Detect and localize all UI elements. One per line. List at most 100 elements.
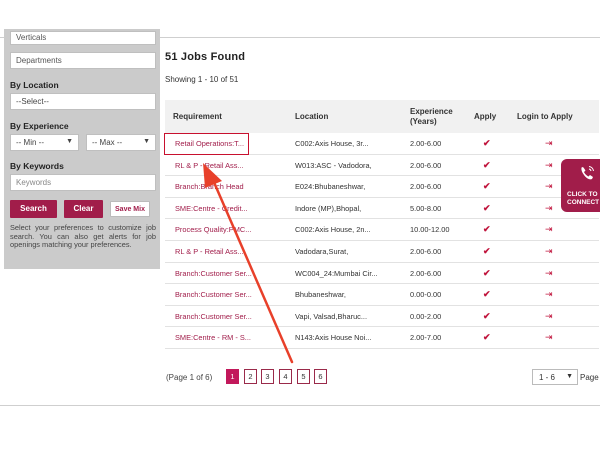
location-cell: Vadodara,Surat, bbox=[295, 246, 349, 256]
table-row: SME:Centre - Credit... Indore (MP),Bhopal… bbox=[165, 198, 599, 220]
experience-cell: 0.00-0.00 bbox=[410, 290, 442, 300]
experience-cell: 2.00-6.00 bbox=[410, 268, 442, 278]
requirement-link[interactable]: Branch:Customer Ser... bbox=[175, 306, 287, 327]
connect-line-1: CLICK TO bbox=[567, 191, 598, 198]
login-apply-icon[interactable]: ⇥ bbox=[545, 219, 557, 240]
apply-check-icon[interactable]: ✔ bbox=[483, 155, 495, 176]
table-row: Branch:Customer Ser... Vapi, Valsad,Bharu… bbox=[165, 306, 599, 328]
table-row: SME:Centre - RM - S... N143:Axis House No… bbox=[165, 327, 599, 349]
requirement-link[interactable]: Branch:Customer Ser... bbox=[175, 284, 287, 305]
experience-cell: 2.00-6.00 bbox=[410, 160, 442, 170]
login-apply-icon[interactable]: ⇥ bbox=[545, 133, 557, 154]
requirement-link[interactable]: SME:Centre - RM - S... bbox=[175, 327, 287, 348]
page-range-select[interactable]: 1 - 6 ▼ bbox=[532, 369, 578, 385]
by-location-label: By Location bbox=[10, 80, 59, 90]
login-apply-icon[interactable]: ⇥ bbox=[545, 155, 557, 176]
table-header: Requirement Location Experience (Years) … bbox=[165, 100, 599, 133]
apply-check-icon[interactable]: ✔ bbox=[483, 284, 495, 305]
location-cell: Bhubaneshwar, bbox=[295, 290, 346, 300]
login-apply-icon[interactable]: ⇥ bbox=[545, 198, 557, 219]
table-row: Branch:Customer Ser... WC004_24:Mumbai Ci… bbox=[165, 263, 599, 285]
save-mix-button[interactable]: Save Mix bbox=[110, 201, 150, 217]
location-cell: N143:Axis House Noi... bbox=[295, 333, 372, 343]
col-location: Location bbox=[295, 112, 329, 121]
highlight-box bbox=[164, 133, 249, 155]
experience-cell: 2.00-6.00 bbox=[410, 182, 442, 192]
login-apply-icon[interactable]: ⇥ bbox=[545, 284, 557, 305]
table-row: RL & P - Retail Ass... Vadodara,Surat, 2.0… bbox=[165, 241, 599, 263]
click-to-connect-button[interactable]: CLICK TO CONNECT bbox=[561, 159, 600, 212]
min-select-value: -- Min -- bbox=[16, 138, 44, 147]
col-requirement: Requirement bbox=[173, 112, 222, 121]
jobs-found-heading: 51 Jobs Found bbox=[165, 51, 246, 63]
requirement-link[interactable]: SME:Centre - Credit... bbox=[175, 198, 287, 219]
max-select-value: -- Max -- bbox=[92, 138, 123, 147]
page-5-button[interactable]: 5 bbox=[297, 369, 310, 384]
page-3-button[interactable]: 3 bbox=[261, 369, 274, 384]
experience-cell: 10.00-12.00 bbox=[410, 225, 450, 235]
apply-check-icon[interactable]: ✔ bbox=[483, 327, 495, 348]
apply-check-icon[interactable]: ✔ bbox=[483, 133, 495, 154]
experience-cell: 2.00-7.00 bbox=[410, 333, 442, 343]
location-cell: W013:ASC - Vadodora, bbox=[295, 160, 372, 170]
max-experience-select[interactable]: -- Max -- ▼ bbox=[86, 134, 156, 151]
table-row: Branch:Branch Head E024:Bhubaneshwar, 2.00… bbox=[165, 176, 599, 198]
page-range-value: 1 - 6 bbox=[539, 373, 556, 382]
experience-cell: 0.00-2.00 bbox=[410, 311, 442, 321]
connect-line-2: CONNECT bbox=[567, 199, 600, 206]
login-apply-icon[interactable]: ⇥ bbox=[545, 327, 557, 348]
departments-field[interactable]: Departments bbox=[10, 52, 156, 69]
location-select-value: --Select-- bbox=[16, 97, 49, 106]
location-cell: WC004_24:Mumbai Cir... bbox=[295, 268, 378, 278]
requirement-link[interactable]: Process Quality:PMC... bbox=[175, 219, 287, 240]
showing-count: Showing 1 - 10 of 51 bbox=[165, 75, 239, 84]
min-experience-select[interactable]: -- Min -- ▼ bbox=[10, 134, 79, 151]
phone-icon bbox=[581, 166, 594, 180]
page-4-button[interactable]: 4 bbox=[279, 369, 292, 384]
chevron-down-icon: ▼ bbox=[566, 373, 573, 380]
table-row: RL & P - Retail Ass... W013:ASC - Vadodor… bbox=[165, 155, 599, 177]
experience-cell: 2.00-6.00 bbox=[410, 246, 442, 256]
search-button[interactable]: Search bbox=[10, 200, 57, 218]
requirement-link[interactable]: Branch:Customer Ser... bbox=[175, 263, 287, 284]
requirement-link[interactable]: RL & P - Retail Ass... bbox=[175, 155, 287, 176]
requirement-link[interactable]: Branch:Branch Head bbox=[175, 176, 287, 197]
login-apply-icon[interactable]: ⇥ bbox=[545, 306, 557, 327]
apply-check-icon[interactable]: ✔ bbox=[483, 219, 495, 240]
page-1-button[interactable]: 1 bbox=[226, 369, 239, 384]
location-cell: C002:Axis House, 2n... bbox=[295, 225, 371, 235]
table-row: Process Quality:PMC... C002:Axis House, 2… bbox=[165, 219, 599, 241]
experience-cell: 5.00-8.00 bbox=[410, 203, 442, 213]
apply-check-icon[interactable]: ✔ bbox=[483, 176, 495, 197]
login-apply-icon[interactable]: ⇥ bbox=[545, 241, 557, 262]
table-body: Retail Operations:T... C002:Axis House, 3… bbox=[165, 133, 599, 349]
page-2-button[interactable]: 2 bbox=[244, 369, 257, 384]
col-apply: Apply bbox=[474, 112, 497, 121]
apply-check-icon[interactable]: ✔ bbox=[483, 306, 495, 327]
filter-sidebar: Verticals Departments By Location --Sele… bbox=[4, 29, 160, 269]
keywords-input[interactable]: Keywords bbox=[10, 174, 156, 191]
location-cell: Vapi, Valsad,Bharuc... bbox=[295, 311, 368, 321]
by-keywords-label: By Keywords bbox=[10, 161, 64, 171]
login-apply-icon[interactable]: ⇥ bbox=[545, 176, 557, 197]
login-apply-icon[interactable]: ⇥ bbox=[545, 263, 557, 284]
requirement-link[interactable]: RL & P - Retail Ass... bbox=[175, 241, 287, 262]
experience-cell: 2.00-6.00 bbox=[410, 139, 442, 148]
apply-check-icon[interactable]: ✔ bbox=[483, 263, 495, 284]
chevron-down-icon: ▼ bbox=[66, 138, 73, 145]
location-cell: E024:Bhubaneshwar, bbox=[295, 182, 366, 192]
verticals-field[interactable]: Verticals bbox=[10, 31, 156, 45]
apply-check-icon[interactable]: ✔ bbox=[483, 198, 495, 219]
page-info: (Page 1 of 6) bbox=[166, 373, 213, 382]
page-label: Page bbox=[580, 373, 599, 382]
clear-button[interactable]: Clear bbox=[64, 200, 103, 218]
preferences-note: Select your preferences to customize job… bbox=[10, 223, 156, 250]
apply-check-icon[interactable]: ✔ bbox=[483, 241, 495, 262]
bottom-divider bbox=[0, 405, 600, 406]
chevron-down-icon: ▼ bbox=[143, 138, 150, 145]
page-6-button[interactable]: 6 bbox=[314, 369, 327, 384]
table-row: Branch:Customer Ser... Bhubaneshwar, 0.00-… bbox=[165, 284, 599, 306]
col-login-apply: Login to Apply bbox=[517, 112, 573, 121]
location-select[interactable]: --Select-- bbox=[10, 93, 156, 110]
location-cell: C002:Axis House, 3r... bbox=[295, 139, 369, 148]
